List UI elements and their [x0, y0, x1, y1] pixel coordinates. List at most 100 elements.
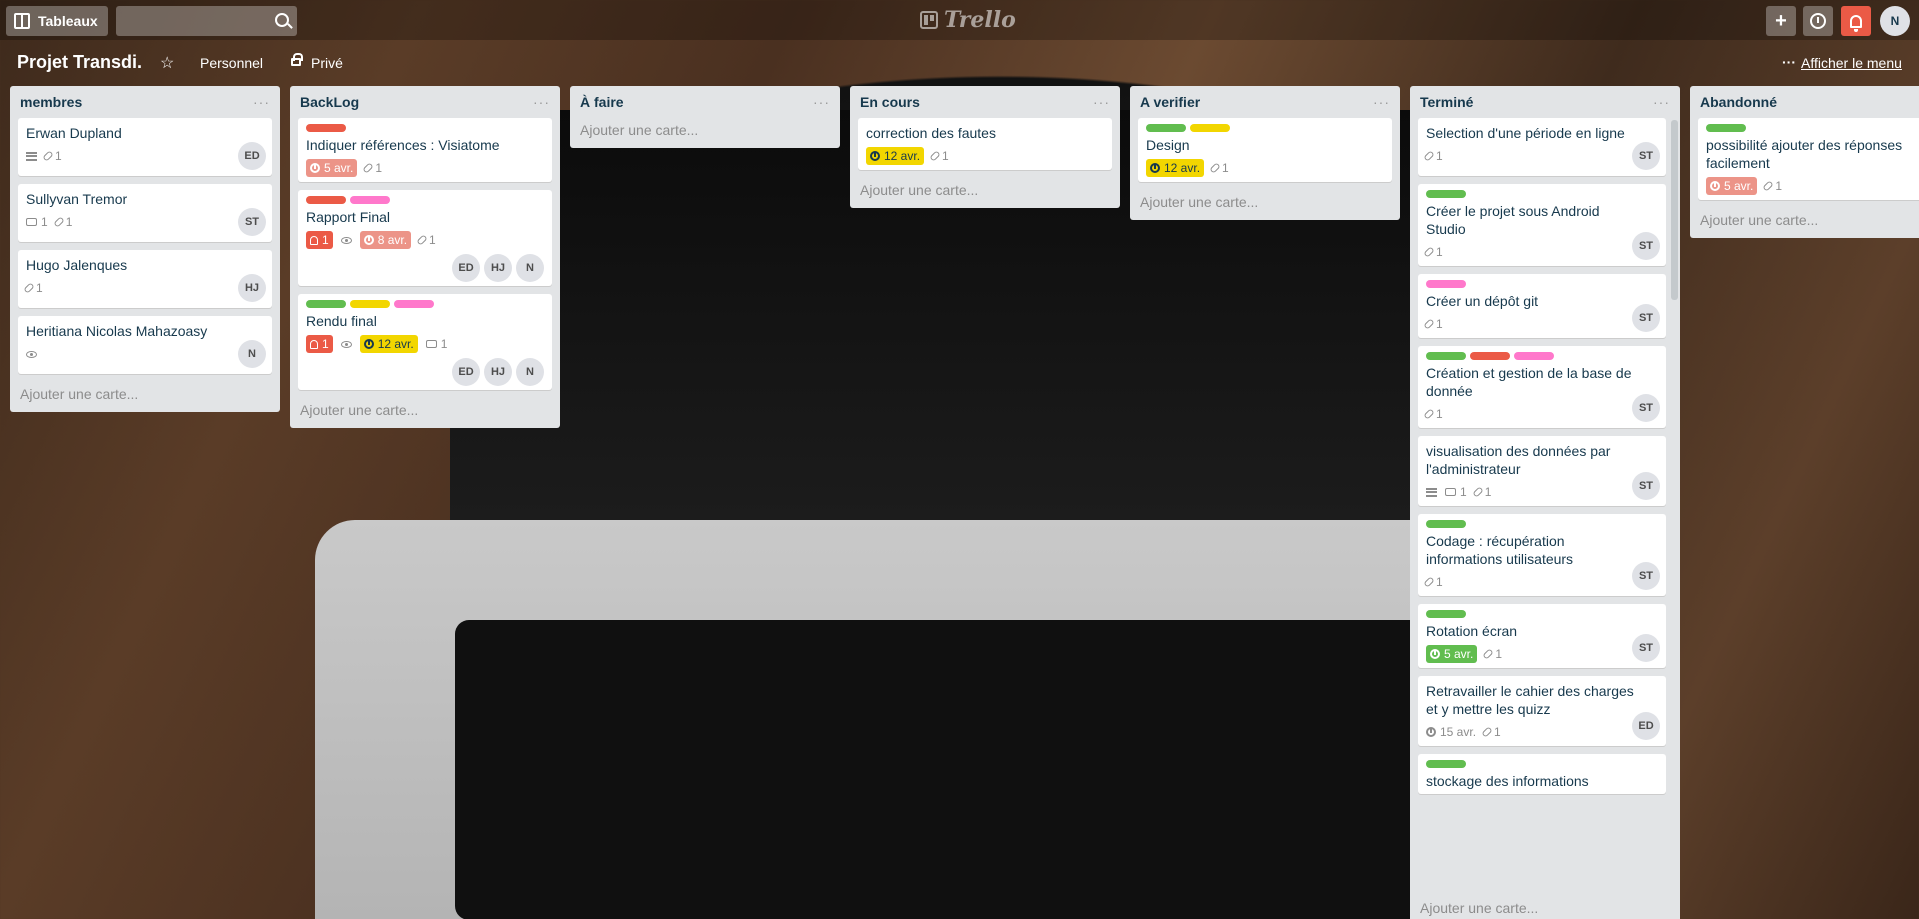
card[interactable]: Créer un dépôt git 1 ST: [1418, 274, 1666, 338]
due-date-badge[interactable]: 12 avr.: [359, 335, 418, 353]
add-button[interactable]: +: [1766, 6, 1796, 36]
card[interactable]: visualisation des données par l'administ…: [1418, 436, 1666, 506]
card-label[interactable]: [1146, 124, 1186, 132]
card[interactable]: Créer le projet sous Android Studio 1 ST: [1418, 184, 1666, 266]
card-label[interactable]: [306, 196, 346, 204]
star-icon[interactable]: ☆: [160, 53, 174, 73]
member-avatar[interactable]: N: [238, 340, 266, 368]
member-avatar[interactable]: ST: [238, 208, 266, 236]
user-avatar[interactable]: N: [1880, 6, 1910, 36]
list-name[interactable]: BackLog: [300, 94, 359, 110]
card[interactable]: Rendu final 1 12 avr. 1 ED HJ N: [298, 294, 552, 390]
comment-count: 1: [41, 215, 48, 229]
card-label[interactable]: [1426, 190, 1466, 198]
boards-button[interactable]: Tableaux: [6, 6, 108, 36]
due-date-badge[interactable]: 8 avr.: [359, 231, 412, 249]
card-label[interactable]: [1190, 124, 1230, 132]
member-avatar[interactable]: ST: [1632, 472, 1660, 500]
board-title[interactable]: Projet Transdi.: [17, 52, 142, 73]
add-card-link[interactable]: Ajouter une carte...: [858, 178, 1112, 208]
member-avatar[interactable]: ED: [452, 358, 480, 386]
card[interactable]: correction des fautes 12 avr. 1: [858, 118, 1112, 170]
due-date-badge[interactable]: 12 avr.: [866, 147, 925, 165]
member-avatar[interactable]: ST: [1632, 142, 1660, 170]
member-avatar[interactable]: ST: [1632, 232, 1660, 260]
board-team[interactable]: Personnel: [200, 55, 263, 71]
list-scrollbar[interactable]: [1671, 120, 1678, 300]
add-card-link[interactable]: Ajouter une carte...: [1418, 896, 1672, 919]
card[interactable]: Heritiana Nicolas Mahazoasy N: [18, 316, 272, 374]
add-card-link[interactable]: Ajouter une carte...: [298, 398, 552, 428]
due-date-badge[interactable]: 5 avr.: [1706, 177, 1758, 195]
show-menu-link[interactable]: Afficher le menu: [1801, 55, 1902, 71]
info-button[interactable]: [1803, 6, 1833, 36]
due-date-badge[interactable]: 15 avr.: [1426, 723, 1476, 741]
card[interactable]: Design 12 avr. 1: [1138, 118, 1392, 182]
list-name[interactable]: A verifier: [1140, 94, 1200, 110]
member-avatar[interactable]: ST: [1632, 304, 1660, 332]
card-label[interactable]: [350, 196, 390, 204]
list-menu-icon[interactable]: ···: [813, 94, 832, 110]
card[interactable]: possibilité ajouter des réponses facilem…: [1698, 118, 1919, 200]
list-name[interactable]: membres: [20, 94, 82, 110]
member-avatar[interactable]: HJ: [238, 274, 266, 302]
board-visibility[interactable]: Privé: [311, 55, 343, 71]
member-avatar[interactable]: N: [516, 358, 544, 386]
member-avatar[interactable]: HJ: [484, 358, 512, 386]
list-menu-icon[interactable]: ···: [533, 94, 552, 110]
list-menu-icon[interactable]: ···: [253, 94, 272, 110]
member-avatar[interactable]: HJ: [484, 254, 512, 282]
list-name[interactable]: En cours: [860, 94, 920, 110]
card-label[interactable]: [1426, 760, 1466, 768]
list-menu-icon[interactable]: ···: [1093, 94, 1112, 110]
member-avatar[interactable]: ST: [1632, 634, 1660, 662]
list-name[interactable]: Abandonné: [1700, 94, 1777, 110]
card-label[interactable]: [1426, 280, 1466, 288]
card-label[interactable]: [1426, 610, 1466, 618]
card-label[interactable]: [1514, 352, 1554, 360]
search-box[interactable]: [116, 6, 297, 36]
add-card-link[interactable]: Ajouter une carte...: [1698, 208, 1919, 238]
card-label[interactable]: [350, 300, 390, 308]
member-avatar[interactable]: ED: [452, 254, 480, 282]
card[interactable]: Création et gestion de la base de donnée…: [1418, 346, 1666, 428]
member-avatar[interactable]: ED: [1632, 712, 1660, 740]
card-label[interactable]: [1706, 124, 1746, 132]
add-card-link[interactable]: Ajouter une carte...: [18, 382, 272, 412]
card[interactable]: Sullyvan Tremor 1 1 ST: [18, 184, 272, 242]
add-card-link[interactable]: Ajouter une carte...: [1138, 190, 1392, 220]
list-name[interactable]: À faire: [580, 94, 624, 110]
card[interactable]: Rapport Final 1 8 avr. 1 ED HJ N: [298, 190, 552, 286]
card[interactable]: Rotation écran 5 avr. 1 ST: [1418, 604, 1666, 668]
card-label[interactable]: [1470, 352, 1510, 360]
list-name[interactable]: Terminé: [1420, 94, 1473, 110]
attachments-badge: 1: [1472, 485, 1491, 499]
list-menu-icon[interactable]: ···: [1653, 94, 1672, 110]
due-date-badge[interactable]: 5 avr.: [306, 159, 358, 177]
card[interactable]: stockage des informations: [1418, 754, 1666, 794]
add-card-link[interactable]: Ajouter une carte...: [578, 118, 832, 148]
search-icon[interactable]: [275, 13, 289, 27]
member-avatar[interactable]: ST: [1632, 394, 1660, 422]
member-avatar[interactable]: ED: [238, 142, 266, 170]
card[interactable]: Hugo Jalenques 1 HJ: [18, 250, 272, 308]
card-label[interactable]: [306, 124, 346, 132]
card-label[interactable]: [1426, 352, 1466, 360]
card[interactable]: Selection d'une période en ligne 1 ST: [1418, 118, 1666, 176]
card[interactable]: Retravailler le cahier des charges et y …: [1418, 676, 1666, 746]
member-avatar[interactable]: ST: [1632, 562, 1660, 590]
card-label[interactable]: [306, 300, 346, 308]
card[interactable]: Indiquer références : Visiatome 5 avr. 1: [298, 118, 552, 182]
member-avatar[interactable]: N: [516, 254, 544, 282]
due-date-badge[interactable]: 12 avr.: [1146, 159, 1205, 177]
card-label[interactable]: [394, 300, 434, 308]
card[interactable]: Codage : récupération informations utili…: [1418, 514, 1666, 596]
due-date-badge[interactable]: 5 avr.: [1426, 645, 1478, 663]
list-menu-icon[interactable]: ···: [1373, 94, 1392, 110]
search-input[interactable]: [116, 6, 266, 36]
card[interactable]: Erwan Dupland 1 ED: [18, 118, 272, 176]
card-label[interactable]: [1426, 520, 1466, 528]
notifications-button[interactable]: [1841, 6, 1871, 36]
notification-badge: 1: [306, 231, 333, 249]
trello-logo[interactable]: Trello: [920, 7, 1016, 33]
